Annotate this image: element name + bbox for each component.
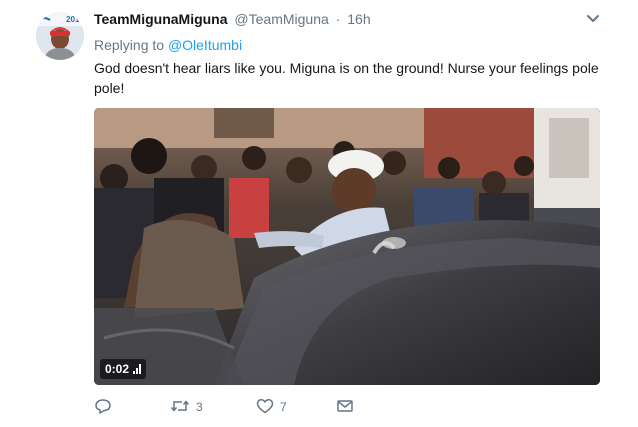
like-count: 7 [280,400,287,414]
replying-prefix: Replying to [94,37,165,53]
retweet-icon[interactable] [170,397,190,418]
direct-message-button[interactable] [336,396,354,418]
display-name[interactable]: TeamMigunaMiguna [94,11,228,27]
timestamp[interactable]: 16h [347,11,370,27]
avatar-image: 201 [36,12,84,60]
mention-link[interactable]: @OleItumbi [168,37,242,53]
video-duration: 0:02 [105,362,130,376]
like-button[interactable]: 7 [256,396,336,418]
retweet-button[interactable]: 3 [170,396,256,418]
video-player[interactable]: 0:02 [94,108,600,385]
tweet-actions: 3 7 [94,396,354,418]
tweet-header: TeamMigunaMiguna @TeamMiguna · 16h [94,10,371,28]
avatar[interactable]: 201 [36,12,84,60]
replying-to: Replying to @OleItumbi [94,36,242,54]
video-duration-badge: 0:02 [100,359,147,379]
avatar-badge: 201 [66,15,80,24]
user-handle[interactable]: @TeamMiguna [234,11,328,27]
reply-button[interactable] [94,396,170,418]
tweet[interactable]: 201 TeamMigunaMiguna @TeamMiguna · 16h R… [0,0,638,427]
envelope-icon[interactable] [336,397,354,418]
separator-dot: · [335,11,341,27]
volume-icon [133,364,142,374]
reply-icon[interactable] [94,397,112,418]
chevron-down-icon[interactable] [585,12,601,26]
tweet-text: God doesn't hear liars like you. Miguna … [94,60,599,96]
retweet-count: 3 [196,400,203,414]
video-thumbnail [94,108,600,385]
heart-icon[interactable] [256,397,274,418]
